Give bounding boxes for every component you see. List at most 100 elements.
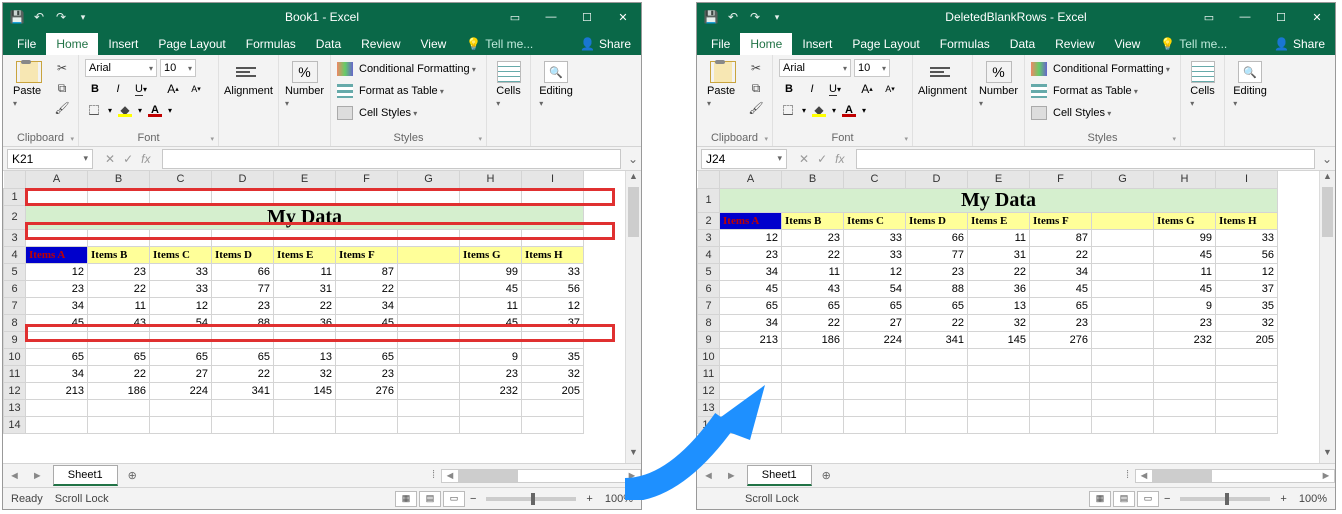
items-header-cell[interactable]: Items F	[1030, 212, 1092, 229]
cell[interactable]	[522, 229, 584, 246]
cell[interactable]	[906, 416, 968, 433]
cell[interactable]	[336, 229, 398, 246]
horizontal-scrollbar[interactable]: ⁞◄►	[147, 469, 641, 483]
cell[interactable]: 232	[1154, 331, 1216, 348]
data-title-cell[interactable]: My Data	[26, 205, 584, 229]
cell[interactable]	[1092, 365, 1154, 382]
cell[interactable]: 87	[1030, 229, 1092, 246]
cell[interactable]: 22	[336, 280, 398, 297]
sheet-nav-next-icon[interactable]: ►	[26, 470, 49, 482]
column-header[interactable]: F	[1030, 171, 1092, 188]
tab-view[interactable]: View	[411, 33, 457, 55]
cell[interactable]: 77	[906, 246, 968, 263]
scroll-up-icon[interactable]: ▲	[1320, 171, 1335, 187]
cell[interactable]	[968, 416, 1030, 433]
close-button[interactable]: ✕	[605, 3, 641, 31]
cell[interactable]: 11	[968, 229, 1030, 246]
cell[interactable]	[1092, 331, 1154, 348]
cell[interactable]	[150, 229, 212, 246]
cell[interactable]	[398, 399, 460, 416]
zoom-out-button[interactable]: −	[1160, 493, 1174, 505]
cell[interactable]	[1030, 399, 1092, 416]
cell[interactable]: 186	[782, 331, 844, 348]
cell[interactable]: 31	[274, 280, 336, 297]
maximize-button[interactable]: ☐	[1263, 3, 1299, 31]
cell[interactable]	[212, 331, 274, 348]
cell[interactable]	[1030, 348, 1092, 365]
row-header[interactable]: 5	[4, 263, 26, 280]
cut-icon[interactable]: ✂	[52, 59, 72, 77]
row-header[interactable]: 10	[4, 348, 26, 365]
row-header[interactable]: 5	[698, 263, 720, 280]
cut-icon[interactable]: ✂	[746, 59, 766, 77]
cells-button[interactable]: Cells	[1187, 59, 1218, 111]
cell[interactable]: 32	[1216, 314, 1278, 331]
cell[interactable]: 13	[968, 297, 1030, 314]
cell[interactable]	[1216, 382, 1278, 399]
row-header[interactable]: 6	[4, 280, 26, 297]
fill-color-button[interactable]: ◆	[809, 101, 829, 119]
cell[interactable]: 45	[1030, 280, 1092, 297]
cell[interactable]	[460, 331, 522, 348]
cell[interactable]	[1092, 348, 1154, 365]
cell[interactable]	[274, 399, 336, 416]
cell[interactable]	[1216, 399, 1278, 416]
cell[interactable]: 12	[150, 297, 212, 314]
row-header[interactable]: 10	[698, 348, 720, 365]
cell[interactable]: 36	[968, 280, 1030, 297]
cell[interactable]: 33	[150, 263, 212, 280]
number-format-button[interactable]: % Number	[285, 59, 324, 111]
cell[interactable]: 23	[720, 246, 782, 263]
alignment-button[interactable]: Alignment	[919, 59, 966, 99]
cell[interactable]: 224	[844, 331, 906, 348]
cell[interactable]: 66	[906, 229, 968, 246]
cell[interactable]	[968, 399, 1030, 416]
cell[interactable]	[782, 416, 844, 433]
cell-styles-button[interactable]: Cell Styles	[1031, 103, 1174, 123]
cell[interactable]	[1216, 416, 1278, 433]
bold-button[interactable]: B	[85, 80, 105, 98]
fx-icon[interactable]: fx	[835, 152, 844, 166]
cell[interactable]	[1030, 365, 1092, 382]
formula-input[interactable]	[162, 149, 621, 169]
items-header-cell[interactable]: Items D	[212, 246, 274, 263]
cell[interactable]: 145	[968, 331, 1030, 348]
cell[interactable]: 23	[1154, 314, 1216, 331]
items-header-cell[interactable]: Items D	[906, 212, 968, 229]
sheet-nav-prev-icon[interactable]: ◄	[697, 470, 720, 482]
tell-me-search[interactable]: 💡Tell me...	[1150, 33, 1237, 55]
cell[interactable]	[398, 382, 460, 399]
cell[interactable]: 276	[1030, 331, 1092, 348]
tab-view[interactable]: View	[1105, 33, 1151, 55]
view-page-layout-icon[interactable]: ▤	[419, 491, 441, 507]
cell[interactable]	[1092, 399, 1154, 416]
horizontal-scrollbar[interactable]: ⁞◄►	[841, 469, 1335, 483]
row-header[interactable]: 13	[698, 399, 720, 416]
cell[interactable]: 88	[212, 314, 274, 331]
grow-font-button[interactable]: A▴	[857, 80, 877, 98]
share-button[interactable]: 👤Share	[570, 33, 641, 55]
cell[interactable]: 35	[522, 348, 584, 365]
row-header[interactable]: 8	[698, 314, 720, 331]
cell[interactable]: 45	[26, 314, 88, 331]
cell[interactable]	[460, 229, 522, 246]
cell[interactable]: 65	[1030, 297, 1092, 314]
cell[interactable]: 65	[88, 348, 150, 365]
ribbon-display-icon[interactable]: ▭	[1191, 3, 1227, 31]
cell[interactable]	[274, 331, 336, 348]
cell[interactable]	[88, 331, 150, 348]
cell[interactable]	[336, 331, 398, 348]
cell[interactable]: 276	[336, 382, 398, 399]
cell[interactable]: 37	[1216, 280, 1278, 297]
cell[interactable]: 34	[336, 297, 398, 314]
cell[interactable]	[1154, 348, 1216, 365]
cell[interactable]: 12	[1216, 263, 1278, 280]
redo-icon[interactable]: ↷	[53, 9, 69, 25]
column-header[interactable]: B	[88, 171, 150, 188]
cell[interactable]: 232	[460, 382, 522, 399]
cell[interactable]: 22	[88, 365, 150, 382]
cell[interactable]: 54	[150, 314, 212, 331]
cell[interactable]: 65	[906, 297, 968, 314]
cell[interactable]	[906, 365, 968, 382]
row-header[interactable]: 7	[4, 297, 26, 314]
